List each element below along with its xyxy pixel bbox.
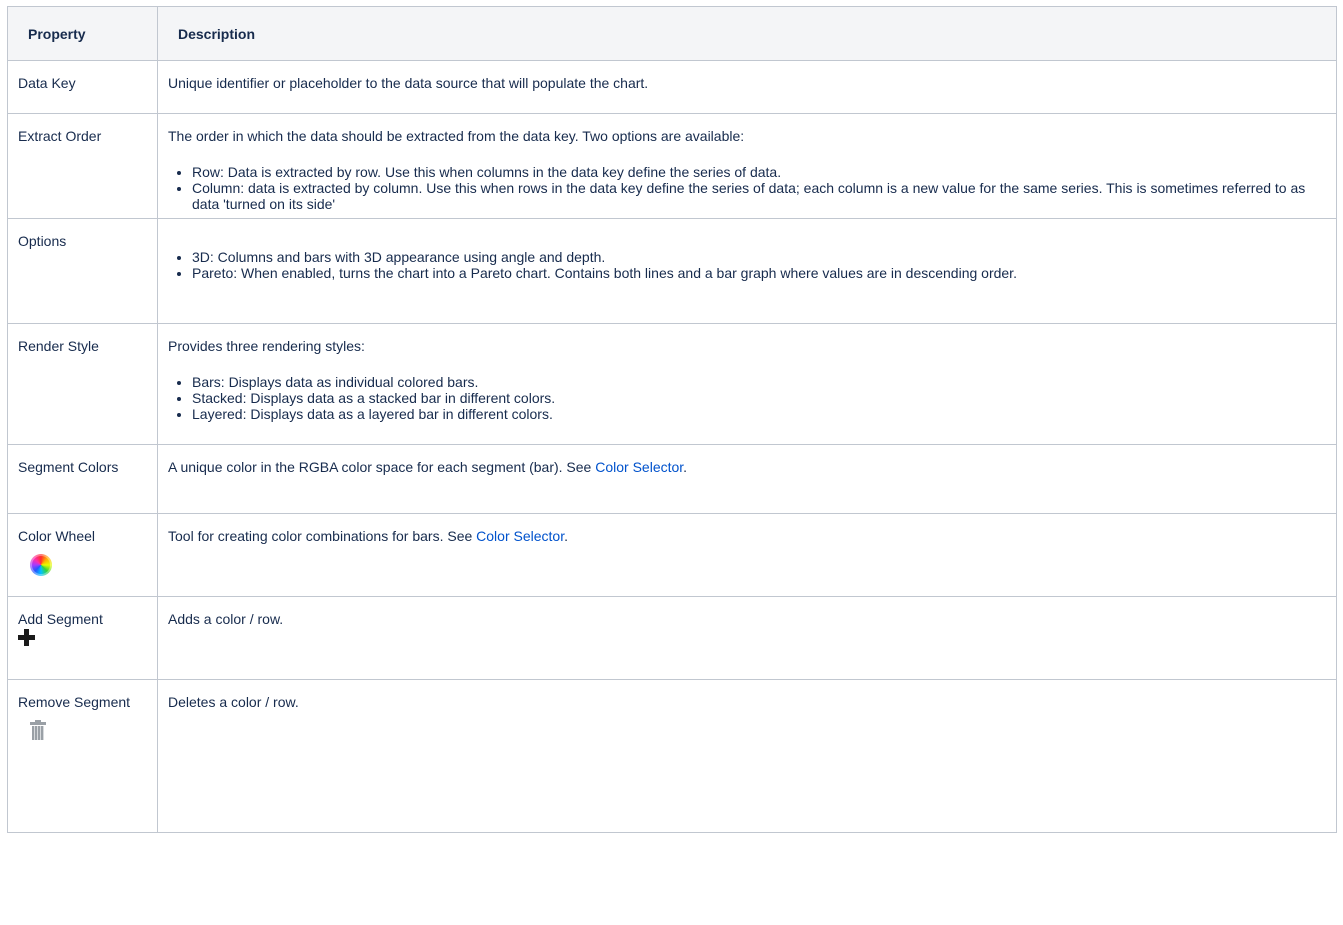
list-item: Pareto: When enabled, turns the chart in… xyxy=(192,265,1326,281)
list-item: Column: data is extracted by column. Use… xyxy=(192,180,1326,212)
color-wheel-label: Color Wheel xyxy=(18,528,96,544)
color-selector-link[interactable]: Color Selector xyxy=(476,528,564,544)
table-row-extract-order: Extract Order The order in which the dat… xyxy=(7,113,1337,219)
color-wheel-trail: . xyxy=(564,528,568,544)
list-item: Row: Data is extracted by row. Use this … xyxy=(192,164,1326,180)
properties-table: Property Description Data Key Unique ide… xyxy=(7,6,1337,833)
add-segment-label: Add Segment xyxy=(18,611,103,627)
description-extract-order: The order in which the data should be ex… xyxy=(157,113,1337,219)
list-item: Stacked: Displays data as a stacked bar … xyxy=(192,390,1326,406)
table-row-remove-segment: Remove Segment Deletes a color / row. xyxy=(7,679,1337,833)
list-item: Layered: Displays data as a layered bar … xyxy=(192,406,1326,422)
extract-order-list: Row: Data is extracted by row. Use this … xyxy=(168,164,1326,212)
render-style-list: Bars: Displays data as individual colore… xyxy=(168,374,1326,422)
description-segment-colors: A unique color in the RGBA color space f… xyxy=(157,444,1337,514)
table-row-add-segment: Add Segment Adds a color / row. xyxy=(7,596,1337,680)
color-wheel-icon xyxy=(30,554,52,576)
description-add-segment: Adds a color / row. xyxy=(157,596,1337,680)
header-property: Property xyxy=(7,6,158,61)
table-row-options: Options 3D: Columns and bars with 3D app… xyxy=(7,218,1337,324)
remove-segment-label: Remove Segment xyxy=(18,694,131,710)
extract-order-intro: The order in which the data should be ex… xyxy=(168,128,745,144)
property-remove-segment: Remove Segment xyxy=(7,679,158,833)
plus-icon xyxy=(18,629,35,646)
color-wheel-text: Tool for creating color combinations for… xyxy=(168,528,477,544)
property-options: Options xyxy=(7,218,158,324)
segment-colors-text: A unique color in the RGBA color space f… xyxy=(168,459,596,475)
list-item: Bars: Displays data as individual colore… xyxy=(192,374,1326,390)
table-row-color-wheel: Color Wheel Tool for creating color comb… xyxy=(7,513,1337,597)
options-list: 3D: Columns and bars with 3D appearance … xyxy=(168,249,1326,281)
properties-table-container: Property Description Data Key Unique ide… xyxy=(7,6,1343,925)
property-color-wheel: Color Wheel xyxy=(7,513,158,597)
description-color-wheel: Tool for creating color combinations for… xyxy=(157,513,1337,597)
render-style-intro: Provides three rendering styles: xyxy=(168,338,365,354)
property-extract-order: Extract Order xyxy=(7,113,158,219)
table-row-render-style: Render Style Provides three rendering st… xyxy=(7,323,1337,445)
property-data-key: Data Key xyxy=(7,60,158,114)
segment-colors-trail: . xyxy=(683,459,688,475)
property-add-segment: Add Segment xyxy=(7,596,158,680)
property-segment-colors: Segment Colors xyxy=(7,444,158,514)
property-render-style: Render Style xyxy=(7,323,158,445)
description-options: 3D: Columns and bars with 3D appearance … xyxy=(157,218,1337,324)
header-description: Description xyxy=(157,6,1337,61)
trash-icon xyxy=(30,720,46,740)
description-data-key: Unique identifier or placeholder to the … xyxy=(157,60,1337,114)
description-render-style: Provides three rendering styles: Bars: D… xyxy=(157,323,1337,445)
color-selector-link[interactable]: Color Selector xyxy=(595,459,683,475)
description-remove-segment: Deletes a color / row. xyxy=(157,679,1337,833)
list-item: 3D: Columns and bars with 3D appearance … xyxy=(192,249,1326,265)
table-header-row: Property Description xyxy=(7,6,1337,61)
table-row-segment-colors: Segment Colors A unique color in the RGB… xyxy=(7,444,1337,514)
table-row-data-key: Data Key Unique identifier or placeholde… xyxy=(7,60,1337,114)
